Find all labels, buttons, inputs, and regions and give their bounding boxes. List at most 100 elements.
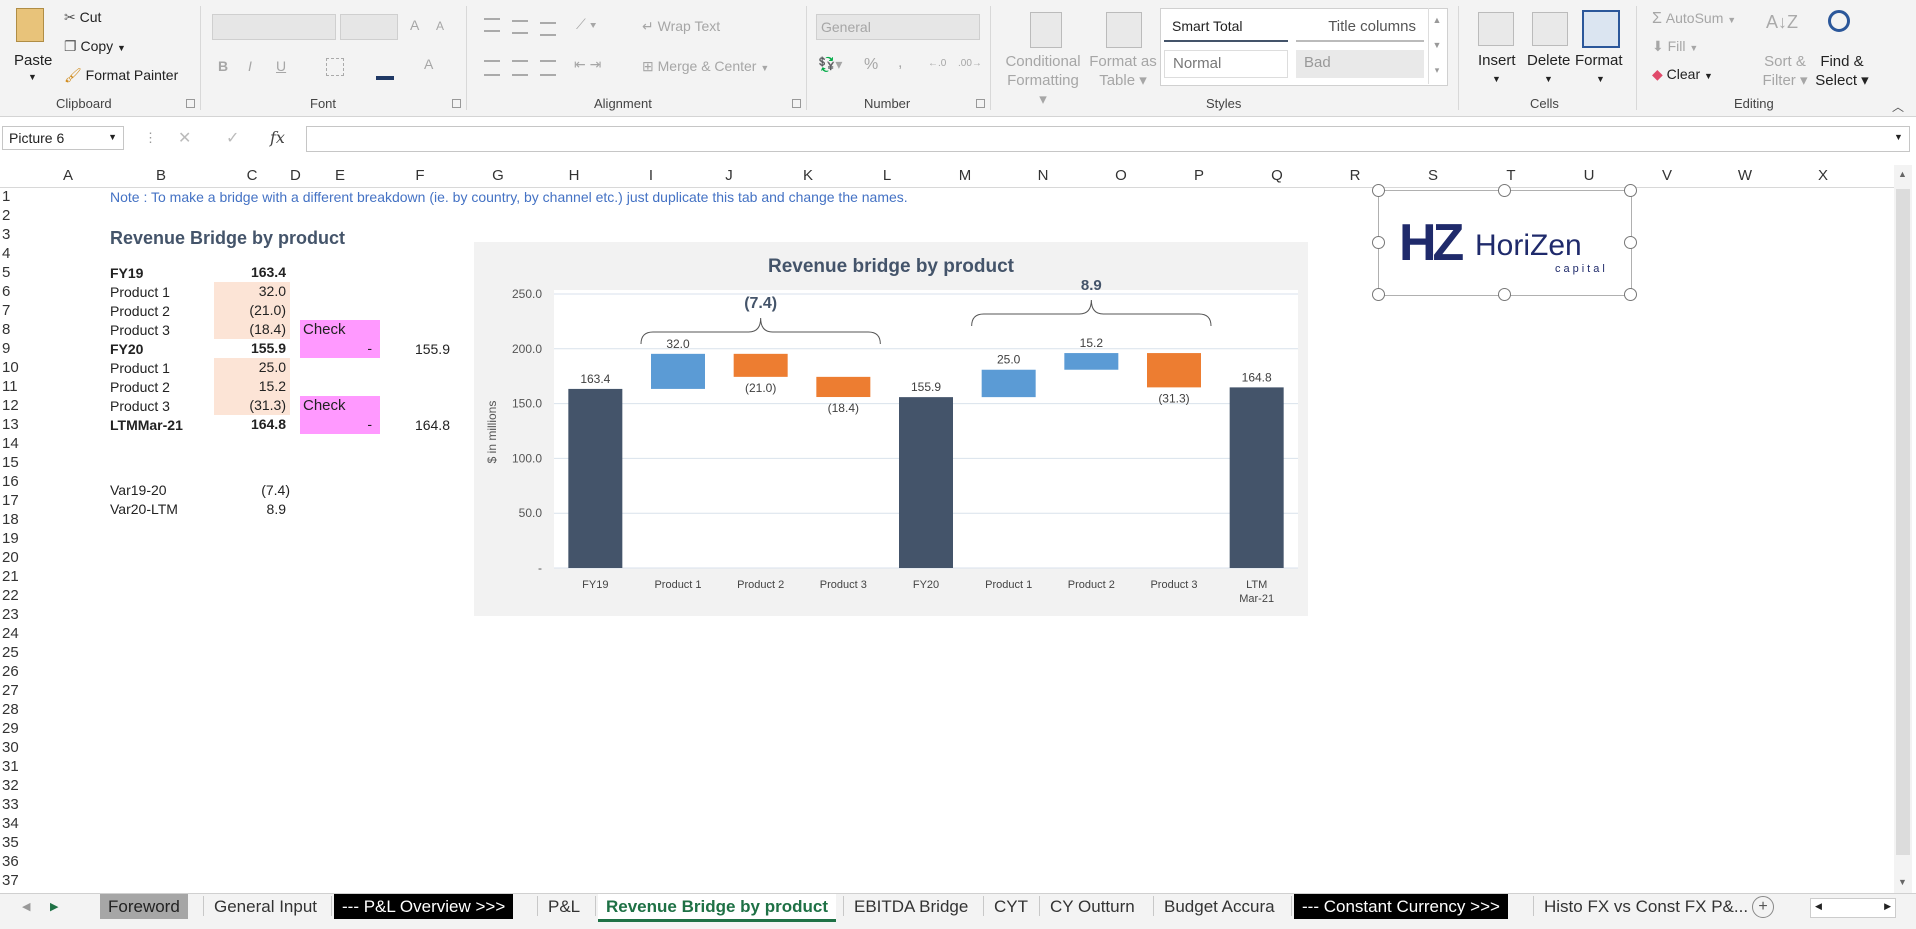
tab-p-l-overview[interactable]: --- P&L Overview >>> [334,894,514,919]
name-box[interactable]: Picture 6 ▼ [2,126,124,150]
tab-scroll-left-icon[interactable]: ◀ [22,900,30,913]
dialog-launcher-icon[interactable] [186,99,195,108]
column-header-c[interactable]: C [214,165,290,187]
format-button[interactable]: Format [1575,52,1623,69]
tab-revenue-bridge-by-product[interactable]: Revenue Bridge by product [598,894,836,922]
row-header[interactable]: 2 [0,206,28,225]
style-smart-total[interactable]: Smart Total [1164,14,1288,42]
column-header-j[interactable]: J [690,165,768,187]
scroll-thumb[interactable] [1896,189,1910,855]
row-header[interactable]: 15 [0,453,28,472]
enter-icon[interactable]: ✓ [226,128,239,148]
bold-button[interactable]: B [218,58,228,74]
row-header[interactable]: 19 [0,529,28,548]
row-header[interactable]: 26 [0,662,28,681]
autosum-button[interactable]: Σ AutoSum ▼ [1652,10,1736,28]
row-header[interactable]: 14 [0,434,28,453]
column-header-s[interactable]: S [1394,165,1472,187]
row-header[interactable]: 16 [0,472,28,491]
column-header-e[interactable]: E [300,165,380,187]
row-header[interactable]: 24 [0,624,28,643]
tab-budget-accura[interactable]: Budget Accura [1156,894,1283,919]
logo-picture[interactable]: HZ HoriZen capital [1378,190,1632,296]
row-header[interactable]: 34 [0,814,28,833]
row-header[interactable]: 1 [0,187,28,206]
resize-handle[interactable] [1372,184,1385,197]
row-header[interactable]: 25 [0,643,28,662]
column-header-b[interactable]: B [108,165,214,187]
comma-style-button[interactable]: , [898,54,902,72]
tab-p-l[interactable]: P&L [540,894,588,919]
tab-scroll-right-icon[interactable]: ▶ [50,900,58,913]
scroll-up-icon[interactable]: ▲ [1898,169,1907,179]
column-header-h[interactable]: H [536,165,612,187]
fill-button[interactable]: ⬇ Fill ▼ [1652,38,1698,55]
column-header-n[interactable]: N [1004,165,1082,187]
row-header[interactable]: 21 [0,567,28,586]
font-color-button[interactable]: A [424,56,433,72]
row-header[interactable]: 11 [0,377,28,396]
row-header[interactable]: 35 [0,833,28,852]
row-header[interactable]: 20 [0,548,28,567]
scroll-down-icon[interactable]: ▼ [1898,877,1907,887]
align-top-icon[interactable] [484,18,500,32]
gallery-scroll[interactable]: ▲ ▼ ▾ [1428,8,1445,84]
dialog-launcher-icon[interactable] [792,99,801,108]
column-header-g[interactable]: G [460,165,536,187]
row-header[interactable]: 36 [0,852,28,871]
grow-font-button[interactable]: A [410,17,419,33]
indent-icon[interactable]: ⇤ ⇥ [574,56,601,73]
align-left-icon[interactable] [484,60,500,76]
resize-handle[interactable] [1624,236,1637,249]
row-header[interactable]: 17 [0,491,28,510]
underline-button[interactable]: U [276,58,286,74]
row-header[interactable]: 13 [0,415,28,434]
row-header[interactable]: 7 [0,301,28,320]
row-header[interactable]: 27 [0,681,28,700]
align-center-icon[interactable] [512,60,528,76]
scroll-right-icon[interactable]: ▶ [1884,901,1891,912]
row-header[interactable]: 31 [0,757,28,776]
percent-style-button[interactable]: % [864,56,878,74]
tab-general-input[interactable]: General Input [206,894,325,919]
row-header[interactable]: 18 [0,510,28,529]
horizontal-scrollbar[interactable]: ◀ ▶ [1810,898,1896,918]
font-name-combo[interactable] [212,14,336,40]
align-bottom-icon[interactable] [540,22,556,36]
fill-color-icon[interactable] [376,58,394,80]
italic-button[interactable]: I [248,58,252,74]
column-header-o[interactable]: O [1082,165,1160,187]
row-header[interactable]: 10 [0,358,28,377]
tab-foreword[interactable]: Foreword [100,894,188,919]
column-header-u[interactable]: U [1550,165,1628,187]
insert-function-icon[interactable]: fx [270,128,285,147]
row-header[interactable]: 12 [0,396,28,415]
dialog-launcher-icon[interactable] [976,99,985,108]
align-middle-icon[interactable] [512,20,528,34]
insert-button[interactable]: Insert [1478,52,1516,69]
row-header[interactable]: 22 [0,586,28,605]
increase-decimal-icon[interactable]: ←.0 [928,58,946,69]
scroll-left-icon[interactable]: ◀ [1815,901,1822,912]
decrease-decimal-icon[interactable]: .00→ [958,58,982,69]
sort-filter-button[interactable]: Sort & Filter ▾ [1760,52,1810,90]
vertical-scrollbar[interactable]: ▲ ▼ [1894,165,1912,893]
column-header-i[interactable]: I [612,165,690,187]
resize-handle[interactable] [1372,288,1385,301]
style-title-columns[interactable]: Title columns [1296,14,1424,42]
font-size-combo[interactable] [340,14,398,40]
column-header-l[interactable]: L [848,165,926,187]
row-header[interactable]: 29 [0,719,28,738]
paste-button[interactable]: Paste [14,52,52,69]
orientation-icon[interactable]: ⟋ ▾ [576,16,597,33]
merge-center-button[interactable]: ⊞ Merge & Center ▼ [642,58,769,75]
resize-handle[interactable] [1498,288,1511,301]
accounting-format-icon[interactable]: 💱▾ [818,56,842,73]
row-header[interactable]: 3 [0,225,28,244]
delete-button[interactable]: Delete [1527,52,1570,69]
clear-button[interactable]: ◆ Clear ▼ [1652,66,1713,83]
wrap-text-button[interactable]: ↵ Wrap Text [642,18,720,35]
resize-handle[interactable] [1372,236,1385,249]
column-header-w[interactable]: W [1706,165,1784,187]
find-select-button[interactable]: Find & Select ▾ [1814,52,1870,90]
